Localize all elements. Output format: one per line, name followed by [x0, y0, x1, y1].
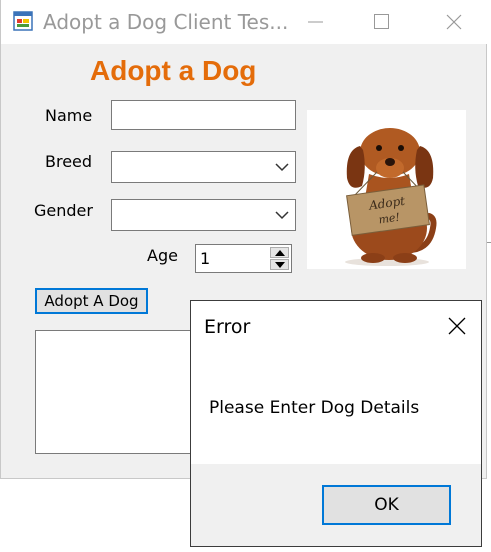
- name-label: Name: [45, 106, 93, 125]
- chevron-down-icon: [275, 211, 289, 220]
- maximize-icon: [374, 14, 389, 29]
- minimize-icon: [308, 21, 323, 23]
- adopt-button[interactable]: Adopt A Dog: [35, 288, 148, 314]
- age-stepper[interactable]: 1: [195, 244, 292, 273]
- close-button[interactable]: [431, 0, 477, 44]
- breed-label: Breed: [45, 152, 93, 171]
- caret-up-icon: [275, 250, 285, 256]
- close-icon: [446, 14, 462, 30]
- gender-select[interactable]: [111, 199, 296, 231]
- caret-down-icon: [275, 262, 285, 268]
- chevron-down-icon: [275, 163, 289, 172]
- breed-select[interactable]: [111, 151, 296, 183]
- form-heading: Adopt a Dog: [90, 55, 257, 86]
- age-down-button[interactable]: [270, 259, 289, 270]
- dog-photo: Adopt me!: [307, 110, 466, 269]
- close-icon: [448, 317, 466, 335]
- name-input[interactable]: [111, 100, 296, 130]
- error-dialog: Error Please Enter Dog Details OK: [190, 300, 482, 547]
- gender-label: Gender: [34, 201, 93, 220]
- title-bar[interactable]: Adopt a Dog Client Tes...: [1, 0, 488, 44]
- age-label: Age: [147, 246, 178, 265]
- age-value: 1: [200, 249, 211, 268]
- app-icon: [13, 11, 33, 31]
- maximize-button[interactable]: [359, 0, 405, 44]
- dialog-title: Error: [204, 316, 251, 338]
- window-title: Adopt a Dog Client Tes...: [43, 10, 289, 34]
- age-up-button[interactable]: [270, 247, 289, 258]
- ok-button[interactable]: OK: [322, 485, 451, 525]
- dialog-message: Please Enter Dog Details: [209, 398, 420, 418]
- minimize-button[interactable]: [293, 0, 339, 44]
- dialog-close-button[interactable]: [446, 315, 468, 337]
